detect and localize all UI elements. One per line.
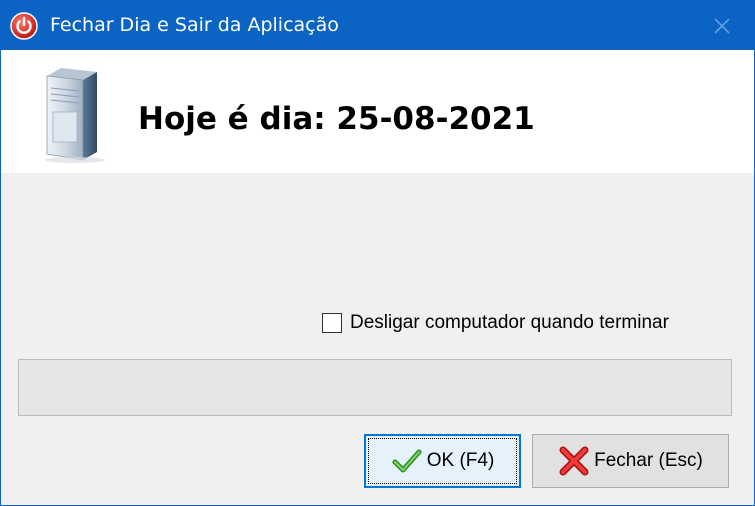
title-bar[interactable]: Fechar Dia e Sair da Aplicação (1, 1, 754, 50)
dialog-header: Hoje é dia: 25-08-2021 (1, 50, 754, 173)
shutdown-checkbox-row[interactable]: Desligar computador quando terminar (322, 310, 669, 336)
date-heading: Hoje é dia: 25-08-2021 (138, 101, 535, 137)
ok-button[interactable]: OK (F4) (364, 434, 521, 488)
progress-bar (18, 359, 732, 416)
close-button-label: Fechar (Esc) (594, 450, 703, 471)
shutdown-checkbox[interactable] (322, 313, 342, 333)
close-button[interactable]: Fechar (Esc) (532, 434, 729, 488)
server-icon (45, 68, 105, 163)
power-icon (10, 12, 38, 40)
dialog-window: Fechar Dia e Sair da Aplicação Hoje é di… (0, 0, 755, 506)
window-title: Fechar Dia e Sair da Aplicação (50, 14, 339, 36)
shutdown-checkbox-label: Desligar computador quando terminar (350, 312, 669, 333)
close-icon[interactable] (707, 12, 737, 40)
focus-rectangle (368, 438, 517, 484)
red-x-icon (559, 446, 589, 476)
